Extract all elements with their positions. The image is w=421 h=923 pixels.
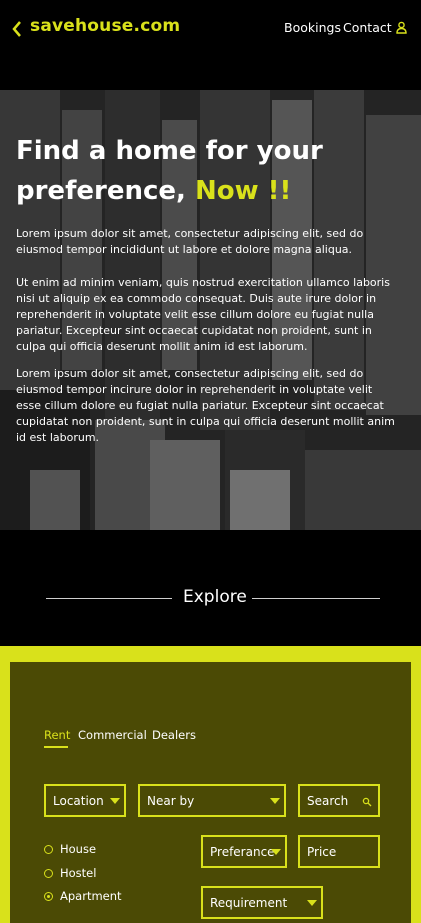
radio-label: Hostel (60, 866, 97, 880)
requirement-select-label: Requirement (210, 896, 288, 910)
hero-section: Find a home for your preference, Now !! … (0, 90, 421, 530)
location-select-label: Location (53, 794, 104, 808)
hero-paragraph: Lorem ipsum dolor sit amet, consectetur … (16, 367, 395, 444)
hero-paragraph: Ut enim ad minim veniam, quis nostrud ex… (16, 276, 390, 353)
divider (252, 598, 380, 599)
chevron-left-icon[interactable] (10, 20, 24, 38)
search-button[interactable]: Search (298, 784, 380, 817)
hero-title-line1: Find a home for your (16, 136, 323, 166)
chevron-down-icon (271, 849, 281, 855)
requirement-select[interactable]: Requirement (201, 886, 323, 919)
nav-bookings[interactable]: Bookings (284, 20, 341, 35)
radio-label: Apartment (60, 889, 122, 903)
explore-section: Explore (0, 530, 421, 646)
tab-rent[interactable]: Rent (44, 728, 70, 742)
price-input-label: Price (307, 845, 337, 859)
chevron-down-icon (307, 900, 317, 906)
radio-button-selected (44, 892, 53, 901)
near-by-select[interactable]: Near by (138, 784, 286, 817)
hero-title: Find a home for your preference, Now !! (16, 131, 396, 211)
divider (46, 598, 172, 599)
explore-heading: Explore (183, 587, 247, 607)
radio-label: House (60, 842, 97, 856)
tab-commercial[interactable]: Commercial (78, 728, 147, 742)
location-select[interactable]: Location (44, 784, 126, 817)
hero-paragraph: Lorem ipsum dolor sit amet, consectetur … (16, 227, 364, 256)
search-button-label: Search (307, 794, 349, 808)
preference-select[interactable]: Preferance (201, 835, 287, 868)
radio-button (44, 845, 53, 854)
near-by-select-label: Near by (147, 794, 195, 808)
search-panel: Rent Commercial Dealers Location Near by… (10, 662, 411, 923)
nav-contact[interactable]: Contact (343, 20, 392, 35)
active-tab-indicator (44, 746, 68, 748)
preference-select-label: Preferance (210, 845, 275, 859)
search-icon (362, 797, 372, 807)
price-input[interactable]: Price (298, 835, 380, 868)
user-icon[interactable] (396, 21, 407, 34)
chevron-down-icon (270, 798, 280, 804)
hero-title-accent: Now !! (194, 176, 292, 206)
top-bar: savehouse.com Bookings Contact (0, 0, 421, 90)
tab-dealers[interactable]: Dealers (152, 728, 196, 742)
radio-button (44, 869, 53, 878)
chevron-down-icon (110, 798, 120, 804)
hero-title-line2: preference, (16, 176, 195, 206)
site-logo[interactable]: savehouse.com (30, 16, 180, 36)
search-panel-frame: Rent Commercial Dealers Location Near by… (0, 646, 421, 923)
